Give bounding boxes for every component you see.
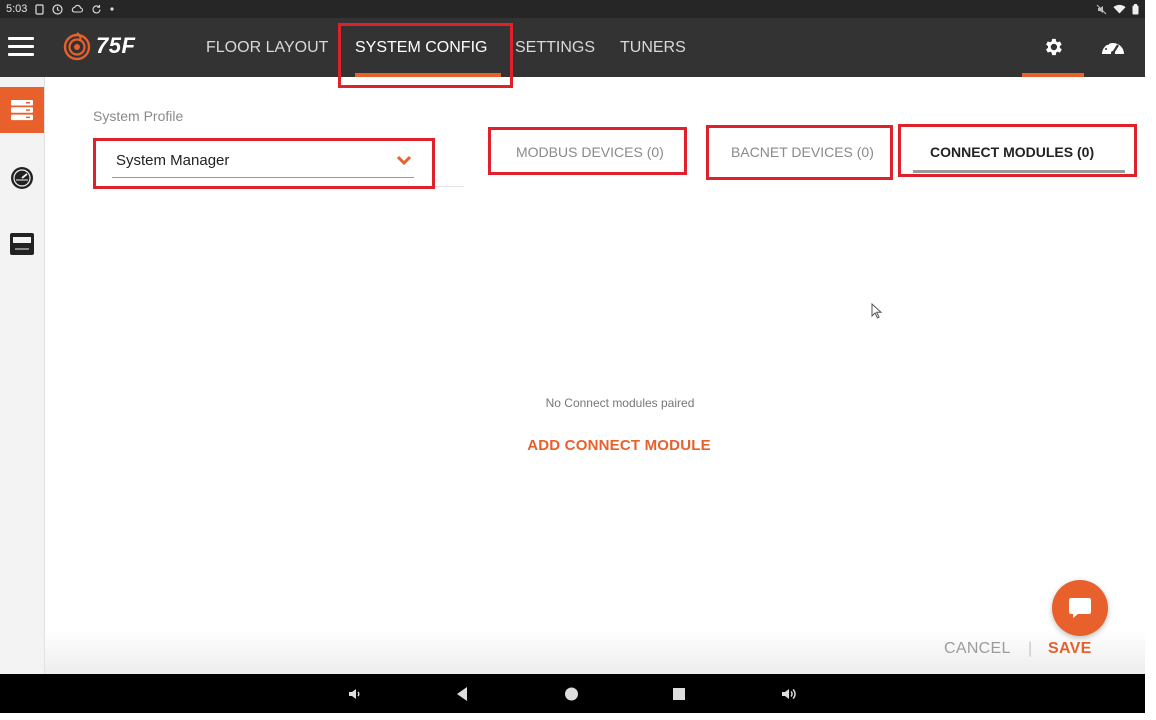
tab-modbus-devices[interactable]: MODBUS DEVICES (0): [516, 144, 664, 164]
brand-logo: 75F: [62, 31, 135, 61]
tab-tuners[interactable]: TUNERS: [620, 18, 686, 77]
rail-item-gauge[interactable]: [0, 155, 44, 201]
volume-up-icon[interactable]: [780, 686, 798, 702]
server-stack-icon: [11, 100, 33, 121]
thermostat-icon: [10, 233, 34, 255]
recents-icon[interactable]: [672, 686, 686, 702]
tab-bacnet-devices[interactable]: BACNET DEVICES (0): [731, 144, 874, 164]
settings-gear-button[interactable]: [1022, 18, 1084, 77]
wifi-icon: [1113, 4, 1126, 14]
save-button[interactable]: SAVE: [1048, 640, 1092, 658]
gear-icon: [1046, 38, 1062, 56]
mute-icon: [1096, 4, 1107, 14]
empty-state-message: No Connect modules paired: [545, 396, 695, 410]
cancel-button[interactable]: CANCEL: [944, 640, 1011, 658]
sim-icon: [35, 3, 45, 15]
gauge-icon: [11, 167, 33, 189]
tab-connect-modules[interactable]: CONNECT MODULES (0): [930, 144, 1094, 164]
rail-item-stat[interactable]: [0, 221, 44, 267]
clock-icon: [52, 3, 64, 15]
add-connect-module-wrap: ADD CONNECT MODULE: [0, 437, 1156, 454]
system-profile-dropdown[interactable]: System Manager: [112, 146, 414, 178]
system-nav-bar: [0, 674, 1145, 713]
sync-icon: [92, 4, 101, 13]
tab-settings[interactable]: SETTINGS: [515, 18, 595, 77]
left-rail: [0, 77, 45, 674]
right-edge: [1145, 0, 1156, 720]
speedometer-icon: [1102, 41, 1124, 55]
battery-icon: [1132, 3, 1139, 14]
footer-separator: |: [1028, 640, 1033, 657]
app-bar: 75F FLOOR LAYOUT SYSTEM CONFIG SETTINGS …: [0, 18, 1145, 77]
chat-fab-button[interactable]: [1052, 580, 1108, 636]
add-connect-module-button[interactable]: ADD CONNECT MODULE: [527, 437, 711, 454]
status-bar: 5:03: [0, 0, 1145, 18]
chevron-down-icon: [396, 155, 412, 166]
mouse-pointer-icon: [871, 303, 883, 319]
brand-name: 75F: [96, 33, 136, 58]
rail-item-system[interactable]: [0, 87, 44, 133]
status-time: 5:03: [6, 3, 28, 15]
chat-bubble-icon: [1069, 598, 1091, 618]
bottom-edge: [0, 713, 1156, 720]
dot-icon: [110, 7, 115, 11]
tab-floor-layout[interactable]: FLOOR LAYOUT: [206, 18, 328, 77]
system-profile-label: System Profile: [93, 108, 184, 124]
back-icon[interactable]: [455, 686, 469, 702]
home-icon[interactable]: [564, 686, 579, 702]
system-profile-value: System Manager: [116, 152, 230, 169]
menu-icon[interactable]: [8, 37, 34, 59]
profile-divider: [112, 186, 464, 187]
volume-down-icon[interactable]: [347, 686, 363, 702]
active-tab-indicator: [913, 170, 1125, 173]
tab-system-config[interactable]: SYSTEM CONFIG: [355, 18, 501, 77]
dashboard-button[interactable]: [1100, 36, 1130, 60]
cloud-icon: [72, 4, 84, 13]
logo-mark-icon: [63, 32, 91, 61]
